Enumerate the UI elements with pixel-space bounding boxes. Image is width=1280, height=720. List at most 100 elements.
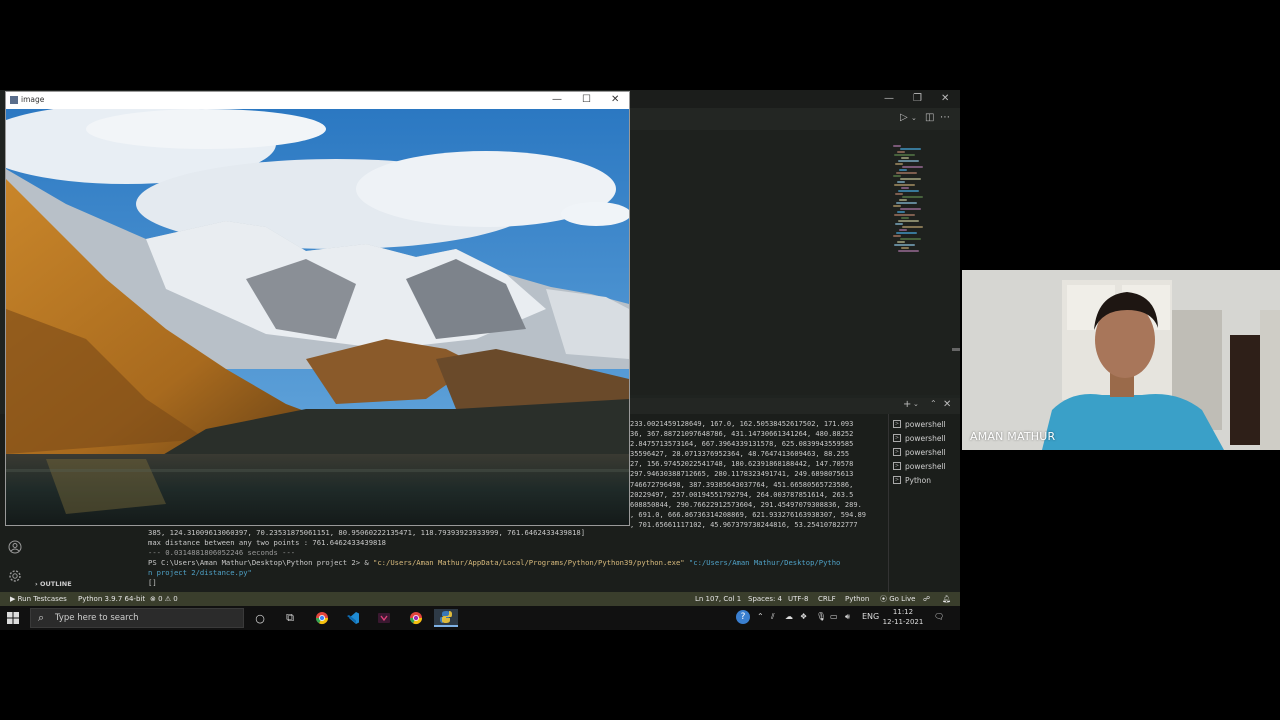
go-live-button[interactable]: ⦿ Go Live <box>880 592 915 606</box>
terminal-prompt: PS C:\Users\Aman Mathur\Desktop\Python p… <box>148 558 374 567</box>
minimap-line <box>900 208 921 210</box>
image-window-titlebar[interactable]: image — ☐ ✕ <box>6 92 629 109</box>
media-app-icon[interactable] <box>372 609 396 627</box>
split-editor-icon[interactable]: ◫ <box>925 112 934 123</box>
minimap-line <box>897 151 905 153</box>
panel-header: + ⌄ ⌃ ✕ <box>630 398 960 414</box>
network-activity-icon[interactable]: ⫽ <box>771 612 775 622</box>
python-app-icon[interactable] <box>434 609 458 627</box>
terminal-session-label: powershell <box>905 433 946 443</box>
onedrive-icon[interactable]: ☁ <box>785 612 793 621</box>
terminal-line: 35596427, 28.0713376952364, 48.764741360… <box>630 450 850 459</box>
terminal-line: 233.0021459128649, 167.0, 162.5053845261… <box>630 420 854 428</box>
terminal-line: max distance between any two points : 76… <box>148 538 386 547</box>
input-language[interactable]: ENG <box>862 612 879 621</box>
terminal-session-item[interactable]: > powershell <box>889 459 960 473</box>
language-selector[interactable]: Python <box>845 592 869 606</box>
chevron-down-icon[interactable]: ⌄ <box>913 400 919 408</box>
terminal-icon: > <box>893 476 901 484</box>
terminal-line: 385, 124.31009613060397, 70.235318750611… <box>148 528 586 537</box>
help-icon[interactable]: ? <box>736 610 750 624</box>
dropbox-icon[interactable]: ❖ <box>800 612 807 621</box>
chevron-up-icon[interactable]: ⌃ <box>757 612 764 621</box>
activity-bar <box>0 525 30 592</box>
minimap-line <box>895 223 903 225</box>
vscode-taskbar-icon[interactable] <box>341 609 365 627</box>
terminal-line: 746672796498, 387.39385643037764, 451.66… <box>630 480 854 489</box>
editor-scrollbar[interactable] <box>952 348 960 351</box>
terminal-line: 297.94630388712665, 280.1178323491741, 2… <box>630 470 854 479</box>
vscode-titlebar: — ❐ ✕ <box>630 90 960 108</box>
close-icon[interactable]: ✕ <box>941 92 949 106</box>
cursor-position[interactable]: Ln 107, Col 1 <box>695 592 741 606</box>
minimap-line <box>894 214 915 216</box>
terminal-cursor[interactable]: [] <box>148 578 888 588</box>
terminal-session-item[interactable]: > powershell <box>889 417 960 431</box>
taskbar-search[interactable]: ⌕ Type here to search <box>30 608 244 628</box>
close-icon[interactable]: ✕ <box>611 93 619 107</box>
terminal-line: 20229497, 257.00194551792794, 264.003787… <box>630 490 854 499</box>
add-terminal-icon[interactable]: + <box>903 399 911 410</box>
terminal-icon: > <box>893 434 901 442</box>
notifications-icon[interactable]: 🗨︎ <box>934 612 944 621</box>
minimap[interactable] <box>893 145 948 255</box>
minimap-line <box>893 235 901 237</box>
cortana-icon[interactable]: ○ <box>248 609 272 627</box>
terminal-line: 36, 367.88721097648786, 431.147306613412… <box>630 430 854 439</box>
minimap-line <box>895 163 903 165</box>
presenter-name: AMAN MATHUR <box>970 430 1056 443</box>
gear-icon[interactable] <box>8 569 22 583</box>
terminal-output-bottom: 385, 124.31009613060397, 70.235318750611… <box>148 528 888 588</box>
terminal-session-item[interactable]: > powershell <box>889 445 960 459</box>
close-panel-icon[interactable]: ✕ <box>943 399 951 410</box>
minimize-icon[interactable]: — <box>884 92 894 106</box>
minimap-line <box>897 211 905 213</box>
minimap-line <box>898 160 919 162</box>
outline-label: OUTLINE <box>39 580 72 588</box>
minimap-line <box>896 232 917 234</box>
minimap-line <box>894 154 915 156</box>
clock[interactable]: 11:12 12-11-2021 <box>880 607 926 627</box>
python-exe-path: "c:/Users/Aman Mathur/AppData/Local/Prog… <box>373 558 685 567</box>
run-icon[interactable]: ▷ <box>900 112 908 123</box>
eol-selector[interactable]: CRLF <box>818 592 836 606</box>
indentation-selector[interactable]: Spaces: 4 <box>748 592 782 606</box>
maximize-icon[interactable]: ☐ <box>582 93 591 107</box>
minimap-line <box>897 241 905 243</box>
clock-date: 12-11-2021 <box>882 618 924 626</box>
account-icon[interactable] <box>8 540 22 554</box>
more-actions-icon[interactable]: ⋯ <box>940 112 950 123</box>
microphone-icon[interactable]: 🎙︎ <box>816 612 826 621</box>
minimap-line <box>896 202 917 204</box>
chrome-icon[interactable] <box>310 609 334 627</box>
status-bar: ▶ Run Testcases Python 3.9.7 64-bit ⊗ 0 … <box>0 592 960 606</box>
minimap-line <box>897 181 905 183</box>
encoding-selector[interactable]: UTF-8 <box>788 592 808 606</box>
feedback-icon[interactable]: ☍ <box>923 592 930 606</box>
minimap-line <box>902 196 923 198</box>
chevron-down-icon[interactable]: ⌄ <box>911 114 917 122</box>
volume-icon[interactable]: 🔊︎ <box>845 612 850 622</box>
task-view-icon[interactable]: ⧉ <box>278 609 302 627</box>
interpreter-selector[interactable]: Python 3.9.7 64-bit <box>78 592 145 606</box>
windows-start-icon[interactable] <box>6 611 20 625</box>
restore-icon[interactable]: ❐ <box>913 92 922 106</box>
terminal-session-label: Python <box>905 475 931 485</box>
problems-indicator[interactable]: ⊗ 0 ⚠ 0 <box>150 592 178 606</box>
script-path-cont: n project 2/distance.py" <box>148 568 252 577</box>
outline-section[interactable]: › OUTLINE <box>30 578 140 590</box>
terminal-session-item[interactable]: > powershell <box>889 431 960 445</box>
terminal-icon: > <box>893 462 901 470</box>
play-icon: ▶ <box>10 595 18 603</box>
terminal-session-label: powershell <box>905 461 946 471</box>
run-testcases-button[interactable]: ▶ Run Testcases <box>10 592 67 606</box>
terminal-session-item[interactable]: > Python <box>889 473 960 487</box>
maximize-panel-icon[interactable]: ⌃ <box>930 399 937 408</box>
battery-icon[interactable]: ▭ <box>830 612 838 621</box>
minimize-icon[interactable]: — <box>552 93 562 107</box>
bell-icon[interactable]: 🔔︎ <box>942 592 951 606</box>
minimap-line <box>893 175 901 177</box>
minimap-line <box>902 166 923 168</box>
terminal-icon: > <box>893 420 901 428</box>
chrome-profile-icon[interactable] <box>404 609 428 627</box>
